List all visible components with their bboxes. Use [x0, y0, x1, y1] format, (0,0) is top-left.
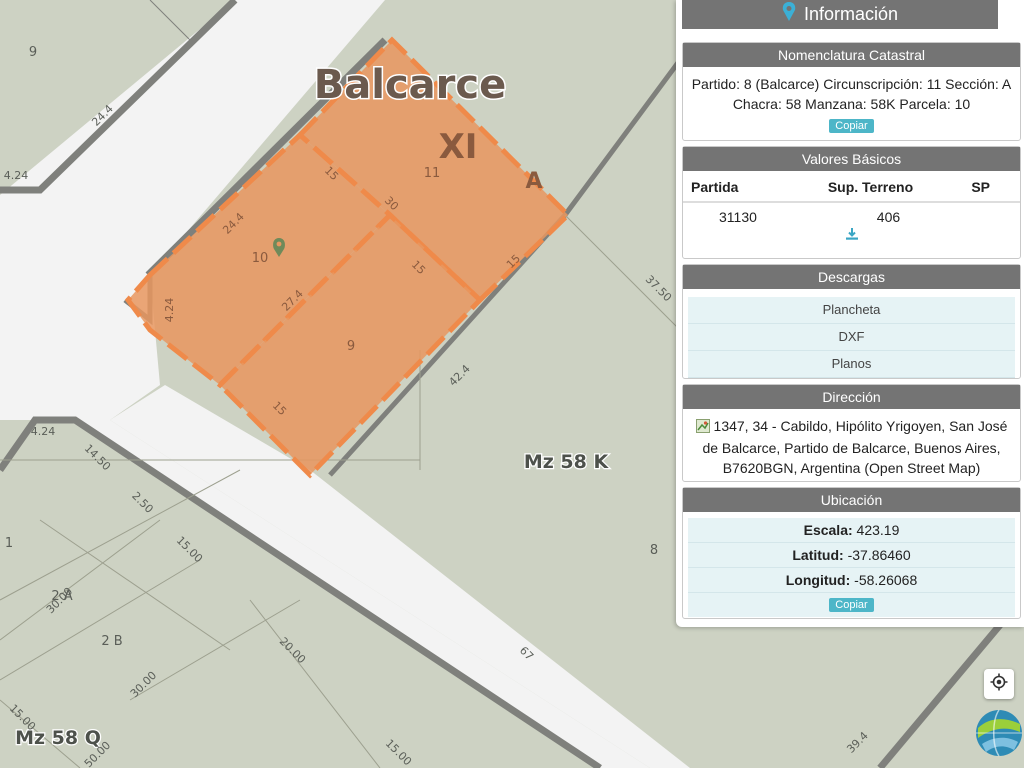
escala-row: Escala: 423.19 [688, 518, 1015, 543]
map-label: 2 B [101, 634, 122, 649]
manzana-58k: Mz 58 K [524, 451, 610, 473]
locate-button[interactable] [984, 669, 1014, 699]
latitud-value: -37.86460 [847, 547, 911, 563]
escala-label: Escala: [803, 522, 853, 538]
map-label: 4.24 [4, 169, 29, 182]
download-icon[interactable] [845, 227, 859, 246]
partida-value: 31130 [719, 209, 757, 225]
map-label: 8 [650, 543, 658, 558]
direccion-title: Dirección [683, 385, 1020, 409]
nomenclatura-card: Nomenclatura Catastral Partido: 8 (Balca… [682, 42, 1021, 141]
globe-logo-icon[interactable] [974, 708, 1024, 758]
map-title-a: A [525, 169, 542, 194]
longitud-value: -58.26068 [854, 572, 918, 588]
map-label: 1 [5, 536, 13, 551]
map-label: 11 [424, 166, 441, 181]
descargas-card: Descargas Plancheta DXF Planos [682, 264, 1021, 379]
locate-icon [990, 673, 1008, 696]
download-plancheta[interactable]: Plancheta [688, 297, 1015, 324]
copy-ubicacion-button[interactable]: Copiar [829, 598, 874, 612]
map-label: 4.24 [31, 425, 56, 438]
map-title-balcarce: Balcarce [314, 62, 506, 108]
valores-table: Partida Sup. Terreno SP 31130 406 [683, 171, 1020, 227]
valores-basicos-title: Valores Básicos [683, 147, 1020, 171]
sp-value [941, 202, 1020, 227]
copy-nomenclatura-button[interactable]: Copiar [829, 119, 874, 133]
longitud-row: Longitud: -58.26068 [688, 568, 1015, 593]
direccion-card: Dirección 1347, 34 - Cabildo, Hipólito Y… [682, 384, 1021, 482]
col-sp: SP [940, 171, 1020, 203]
info-panel-title: Información [803, 4, 899, 24]
close-button[interactable]: X [996, 0, 1016, 24]
map-link-icon[interactable] [695, 418, 710, 438]
nomenclatura-title: Nomenclatura Catastral [683, 43, 1020, 67]
map-label: 10 [252, 251, 269, 266]
longitud-label: Longitud: [785, 572, 851, 588]
descargas-title: Descargas [683, 265, 1020, 289]
latitud-row: Latitud: -37.86460 [688, 543, 1015, 568]
map-label: 9 [347, 339, 355, 354]
nomenclatura-text: Partido: 8 (Balcarce) Circunscripción: 1… [691, 76, 1012, 112]
col-partida: Partida [683, 171, 801, 203]
info-panel-header: Información [682, 0, 998, 29]
sup-terreno-value: 406 [876, 209, 901, 225]
map-label: 4.24 [163, 298, 176, 323]
map-title-xi: XI [439, 127, 478, 167]
direccion-text: 1347, 34 - Cabildo, Hipólito Yrigoyen, S… [702, 418, 1008, 476]
map-label: 9 [29, 45, 37, 60]
escala-value: 423.19 [856, 522, 900, 538]
download-planos[interactable]: Planos [688, 351, 1015, 378]
ubicacion-card: Ubicación Escala: 423.19 Latitud: -37.86… [682, 487, 1021, 619]
col-sup-terreno: Sup. Terreno [800, 171, 941, 203]
location-pin-icon [782, 2, 796, 27]
latitud-label: Latitud: [792, 547, 844, 563]
download-dxf[interactable]: DXF [688, 324, 1015, 351]
ubicacion-title: Ubicación [683, 488, 1020, 512]
valores-basicos-card: Valores Básicos Partida Sup. Terreno SP … [682, 146, 1021, 259]
